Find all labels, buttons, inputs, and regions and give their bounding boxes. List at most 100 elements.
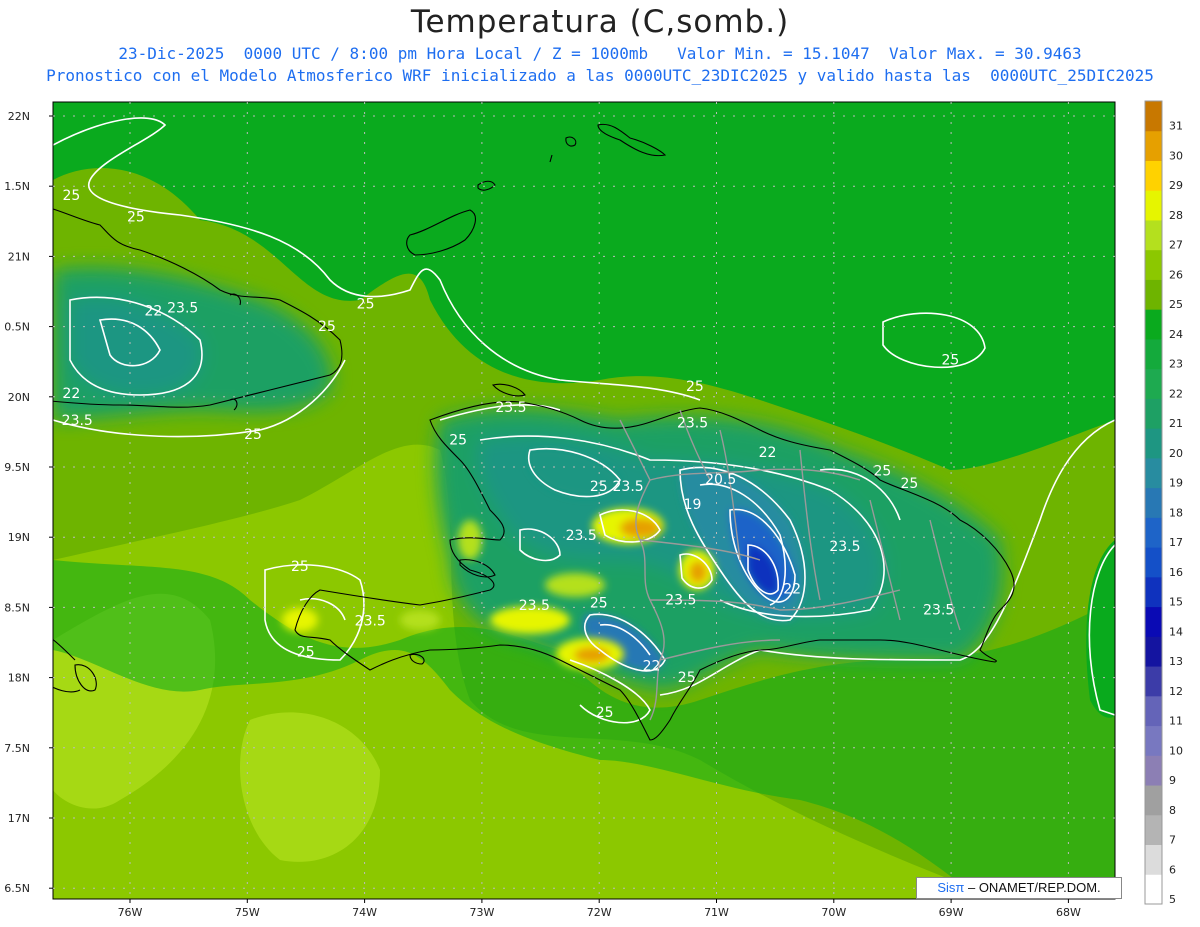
contour-label: 23.5	[519, 598, 550, 614]
colorbar-label: 14	[1169, 625, 1183, 638]
contour-label: 23.5	[62, 413, 93, 429]
contour-label: 25	[590, 479, 608, 495]
colorbar-label: 31	[1169, 120, 1183, 133]
colorbar-label: 7	[1169, 834, 1176, 847]
subtitle-line-2: Pronostico con el Modelo Atmosferico WRF…	[46, 66, 1154, 85]
lon-label: 73W	[469, 906, 494, 919]
contour-label: 25	[596, 705, 614, 721]
contour-label: 23.5	[495, 400, 526, 416]
colorbar-swatch	[1145, 309, 1162, 340]
lat-label: 7.5N	[4, 742, 30, 755]
contour-label: 23.5	[355, 614, 386, 630]
contour-label: 25	[357, 296, 375, 312]
colorbar-swatch	[1145, 576, 1162, 608]
colorbar-label: 24	[1169, 328, 1183, 341]
colorbar-label: 17	[1169, 536, 1183, 549]
contour-label: 19	[684, 497, 702, 513]
colorbar-label: 5	[1169, 893, 1176, 906]
contour-label: 25	[941, 353, 959, 369]
contour-label: 25	[686, 379, 704, 395]
lat-label: 8.5N	[4, 601, 30, 614]
colorbar-label: 13	[1169, 655, 1183, 668]
contour-label: 25	[678, 670, 696, 686]
temperature-map: 22N 1.5N 21N 0.5N 20N 9.5N 19N 8.5N 18N 7.5N 17N 6.…	[4, 100, 1183, 919]
contour-label: 22	[62, 386, 80, 402]
colorbar-swatch	[1145, 457, 1162, 489]
colorbar-label: 19	[1169, 477, 1183, 490]
colorbar-swatch	[1145, 874, 1162, 905]
colorbar-swatch	[1145, 398, 1162, 429]
colorbar-label: 18	[1169, 506, 1183, 519]
contour-label: 25	[297, 645, 315, 661]
lat-label: 19N	[8, 531, 30, 544]
latitude-labels: 22N 1.5N 21N 0.5N 20N 9.5N 19N 8.5N 18N 7.5N 17N 6.…	[4, 110, 53, 895]
contour-label: 25	[874, 463, 892, 479]
contour-label: 25	[244, 427, 262, 443]
colorbar-label: 27	[1169, 239, 1183, 252]
colorbar-swatch	[1145, 130, 1162, 161]
colorbar-swatch	[1145, 279, 1162, 310]
colorbar-swatch	[1145, 725, 1162, 756]
lat-label: 6.5N	[4, 882, 30, 895]
subtitle-line-1: 23-Dic-2025 0000 UTC / 8:00 pm Hora Loca…	[118, 44, 1082, 63]
colorbar-swatch	[1145, 785, 1162, 816]
colorbar: 5 6 7 8 9 10 11 12 13 14 15 16 17 18 19 20 21 22 23 24 25 26 2…	[1144, 100, 1183, 906]
contour-label: 23.5	[829, 539, 860, 555]
contour-label: 25	[449, 433, 467, 449]
colorbar-label: 29	[1169, 179, 1183, 192]
colorbar-swatch	[1145, 666, 1162, 697]
colorbar-label: 12	[1169, 685, 1183, 698]
contour-label: 22	[759, 445, 777, 461]
colorbar-label: 28	[1169, 209, 1183, 222]
colorbar-swatch	[1145, 695, 1162, 727]
colorbar-swatch	[1145, 338, 1162, 370]
lat-label: 20N	[8, 391, 30, 404]
contour-label: 25	[127, 209, 145, 225]
contour-label: 23.5	[677, 416, 708, 432]
lon-label: 72W	[587, 906, 612, 919]
credit-brand: Sisπ	[937, 880, 965, 895]
colorbar-label: 6	[1169, 863, 1176, 876]
colorbar-swatch	[1145, 219, 1162, 251]
colorbar-swatch	[1145, 814, 1162, 846]
contour-label: 22	[643, 659, 661, 675]
colorbar-swatch	[1145, 487, 1162, 518]
lon-label: 74W	[352, 906, 377, 919]
contour-label: 23.5	[566, 528, 597, 544]
contour-label: 25	[900, 476, 918, 492]
lon-label: 69W	[939, 906, 964, 919]
colorbar-swatch	[1145, 428, 1162, 459]
lon-label: 70W	[821, 906, 846, 919]
credit-box: Sisπ – ONAMET/REP.DOM.	[916, 877, 1122, 899]
contour-label: 25	[291, 559, 309, 575]
lon-label: 68W	[1056, 906, 1081, 919]
colorbar-swatch	[1145, 368, 1162, 399]
colorbar-swatch	[1145, 844, 1162, 875]
colorbar-swatch	[1145, 517, 1162, 548]
colorbar-label: 20	[1169, 447, 1183, 460]
colorbar-label: 16	[1169, 566, 1183, 579]
contour-label: 25	[318, 319, 336, 335]
colorbar-swatch	[1145, 547, 1162, 578]
contour-label: 25	[62, 188, 80, 204]
colorbar-swatch	[1145, 190, 1162, 221]
colorbar-swatch	[1145, 101, 1162, 132]
lat-label: 0.5N	[4, 321, 30, 334]
lat-label: 1.5N	[4, 180, 30, 193]
colorbar-swatch	[1145, 606, 1162, 637]
lat-label: 22N	[8, 110, 30, 123]
lat-label: 21N	[8, 250, 30, 263]
colorbar-swatch	[1145, 755, 1162, 786]
contour-label: 23.5	[665, 593, 696, 609]
credit-text: – ONAMET/REP.DOM.	[964, 880, 1101, 895]
colorbar-label: 10	[1169, 744, 1183, 757]
colorbar-label: 11	[1169, 715, 1183, 728]
shaded-field	[53, 102, 1115, 899]
colorbar-swatch	[1145, 636, 1162, 667]
longitude-labels: 76W 75W 74W 73W 72W 71W 70W 69W 68W	[118, 899, 1081, 919]
contour-label: 23.5	[167, 301, 198, 317]
colorbar-label: 25	[1169, 298, 1183, 311]
contour-label: 20.5	[705, 472, 736, 488]
lat-label: 9.5N	[4, 461, 30, 474]
colorbar-swatch	[1145, 160, 1162, 191]
